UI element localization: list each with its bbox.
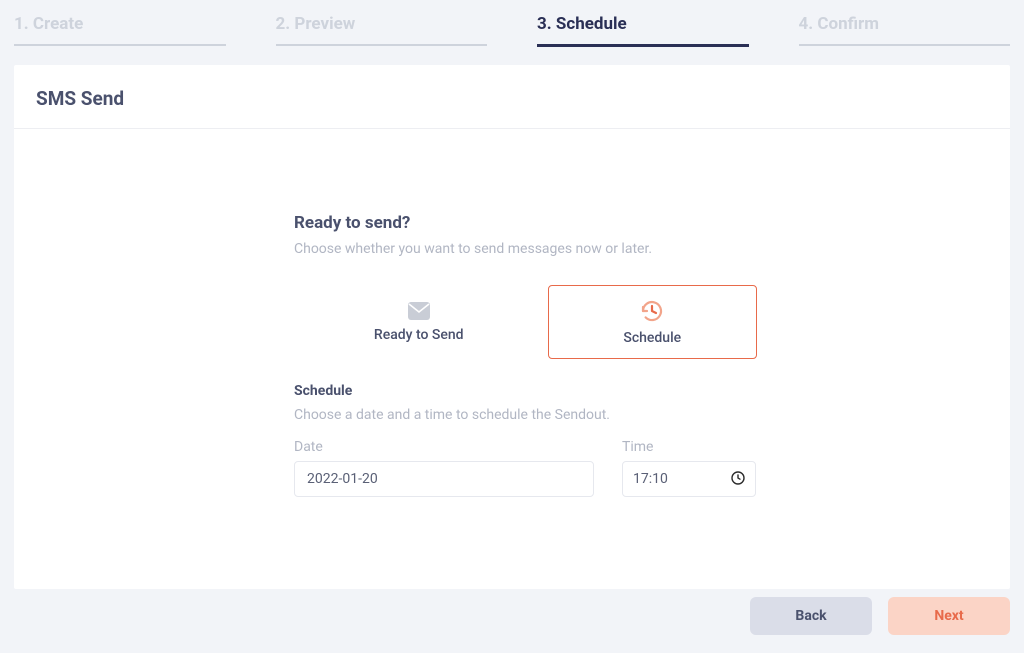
step-bar [537, 44, 749, 47]
stepper: 1. Create 2. Preview 3. Schedule 4. Conf… [0, 0, 1024, 47]
ready-to-send-option[interactable]: Ready to Send [314, 285, 524, 359]
time-field: Time 17:10 [622, 439, 756, 497]
clock-icon [731, 470, 745, 489]
step-preview[interactable]: 2. Preview [276, 14, 488, 47]
step-bar [799, 44, 1011, 46]
step-confirm[interactable]: 4. Confirm [799, 14, 1011, 47]
step-label: 2. Preview [276, 14, 488, 44]
ready-sub: Choose whether you want to send messages… [294, 241, 757, 257]
next-button[interactable]: Next [888, 597, 1010, 635]
schedule-heading: Schedule [294, 383, 757, 399]
panel-header: SMS Send [14, 65, 1010, 129]
date-label: Date [294, 439, 594, 455]
step-label: 1. Create [14, 14, 226, 44]
main-panel: SMS Send Ready to send? Choose whether y… [14, 65, 1010, 589]
date-field: Date [294, 439, 594, 497]
step-bar [276, 44, 488, 46]
step-label: 3. Schedule [537, 14, 749, 44]
date-input[interactable] [294, 461, 594, 497]
ready-heading: Ready to send? [294, 213, 757, 233]
schedule-sub: Choose a date and a time to schedule the… [294, 407, 757, 423]
schedule-form-row: Date Time 17:10 [294, 439, 757, 497]
send-choice-row: Ready to Send Schedule [314, 285, 757, 359]
time-label: Time [622, 439, 756, 455]
content: Ready to send? Choose whether you want t… [14, 129, 757, 497]
history-clock-icon [639, 298, 665, 324]
step-create[interactable]: 1. Create [14, 14, 226, 47]
time-input[interactable]: 17:10 [622, 461, 756, 497]
step-label: 4. Confirm [799, 14, 1011, 44]
footer: Back Next [750, 597, 1010, 635]
step-bar [14, 44, 226, 46]
page-title: SMS Send [36, 87, 988, 110]
choice-label: Schedule [623, 330, 681, 346]
schedule-option[interactable]: Schedule [548, 285, 758, 359]
choice-label: Ready to Send [374, 327, 464, 343]
time-value: 17:10 [633, 471, 731, 487]
back-button[interactable]: Back [750, 597, 872, 635]
envelope-icon [407, 301, 431, 321]
step-schedule[interactable]: 3. Schedule [537, 14, 749, 47]
